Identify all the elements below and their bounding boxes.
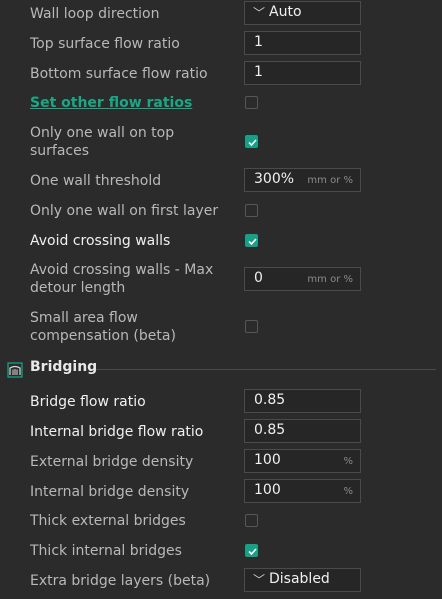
only-one-wall-top-checkbox[interactable] [245, 135, 258, 148]
bottom-surface-flow-ratio-input[interactable]: 1 [244, 61, 361, 85]
avoid-crossing-walls-label: Avoid crossing walls [30, 233, 171, 249]
checkmark-icon [248, 238, 257, 246]
top-surface-flow-ratio-value: 1 [254, 34, 263, 50]
external-bridge-density-label: External bridge density [30, 454, 194, 470]
bridging-section-header: Bridging [0, 358, 442, 380]
external-bridge-density-value: 100 [254, 452, 281, 468]
set-other-flow-ratios-link[interactable]: Set other flow ratios [30, 94, 192, 113]
avoid-crossing-max-detour-label-2: detour length [30, 280, 126, 296]
bridging-section-title: Bridging [30, 359, 98, 375]
internal-bridge-density-value: 100 [254, 482, 281, 498]
avoid-crossing-max-detour-input[interactable]: 0 mm or % [244, 267, 361, 291]
small-area-flow-comp-label-1: Small area flow [30, 310, 138, 326]
extra-bridge-layers-select[interactable]: ﹀ Disabled [244, 568, 361, 592]
thick-external-bridges-checkbox[interactable] [245, 514, 258, 527]
external-bridge-density-input[interactable]: 100 % [244, 449, 361, 473]
chevron-down-icon: ﹀ [253, 6, 266, 20]
bridge-flow-ratio-input[interactable]: 0.85 [244, 389, 361, 413]
small-area-flow-comp-checkbox[interactable] [245, 320, 258, 333]
small-area-flow-comp-label-2: compensation (beta) [30, 328, 176, 344]
wall-loop-direction-label: Wall loop direction [30, 6, 160, 22]
wall-loop-direction-value: Auto [269, 4, 302, 20]
internal-bridge-density-label: Internal bridge density [30, 484, 190, 500]
avoid-crossing-walls-checkbox[interactable] [245, 234, 258, 247]
internal-bridge-flow-ratio-value: 0.85 [254, 422, 286, 438]
bridge-flow-ratio-value: 0.85 [254, 392, 286, 408]
wall-loop-direction-select[interactable]: ﹀ Auto [244, 1, 361, 25]
thick-internal-bridges-label: Thick internal bridges [30, 543, 182, 559]
checkmark-icon [248, 548, 257, 556]
bottom-surface-flow-ratio-value: 1 [254, 64, 263, 80]
internal-bridge-flow-ratio-label: Internal bridge flow ratio [30, 424, 204, 440]
section-divider [96, 369, 436, 370]
one-wall-threshold-label: One wall threshold [30, 173, 162, 189]
one-wall-threshold-input[interactable]: 300% mm or % [244, 168, 361, 192]
bottom-surface-flow-ratio-label: Bottom surface flow ratio [30, 66, 208, 82]
only-one-wall-top-label-2: surfaces [30, 143, 90, 159]
only-one-wall-top-label-1: Only one wall on top [30, 125, 175, 141]
internal-bridge-density-unit: % [343, 486, 353, 497]
top-surface-flow-ratio-label: Top surface flow ratio [30, 36, 180, 52]
chevron-down-icon: ﹀ [253, 573, 266, 587]
set-other-flow-ratios-checkbox[interactable] [245, 96, 258, 109]
one-wall-threshold-value: 300% [254, 171, 295, 187]
avoid-crossing-max-detour-label-1: Avoid crossing walls - Max [30, 262, 214, 278]
extra-bridge-layers-value: Disabled [269, 571, 330, 587]
top-surface-flow-ratio-input[interactable]: 1 [244, 31, 361, 55]
internal-bridge-flow-ratio-input[interactable]: 0.85 [244, 419, 361, 443]
extra-bridge-layers-label: Extra bridge layers (beta) [30, 573, 211, 589]
bridge-flow-ratio-label: Bridge flow ratio [30, 394, 146, 410]
bridge-icon [7, 362, 23, 378]
only-one-wall-first-layer-label: Only one wall on first layer [30, 203, 219, 219]
internal-bridge-density-input[interactable]: 100 % [244, 479, 361, 503]
thick-internal-bridges-checkbox[interactable] [245, 544, 258, 557]
thick-external-bridges-label: Thick external bridges [30, 513, 186, 529]
external-bridge-density-unit: % [343, 456, 353, 467]
only-one-wall-first-layer-checkbox[interactable] [245, 204, 258, 217]
avoid-crossing-max-detour-unit: mm or % [307, 274, 353, 285]
avoid-crossing-max-detour-value: 0 [254, 270, 263, 286]
checkmark-icon [248, 139, 257, 147]
one-wall-threshold-unit: mm or % [307, 175, 353, 186]
